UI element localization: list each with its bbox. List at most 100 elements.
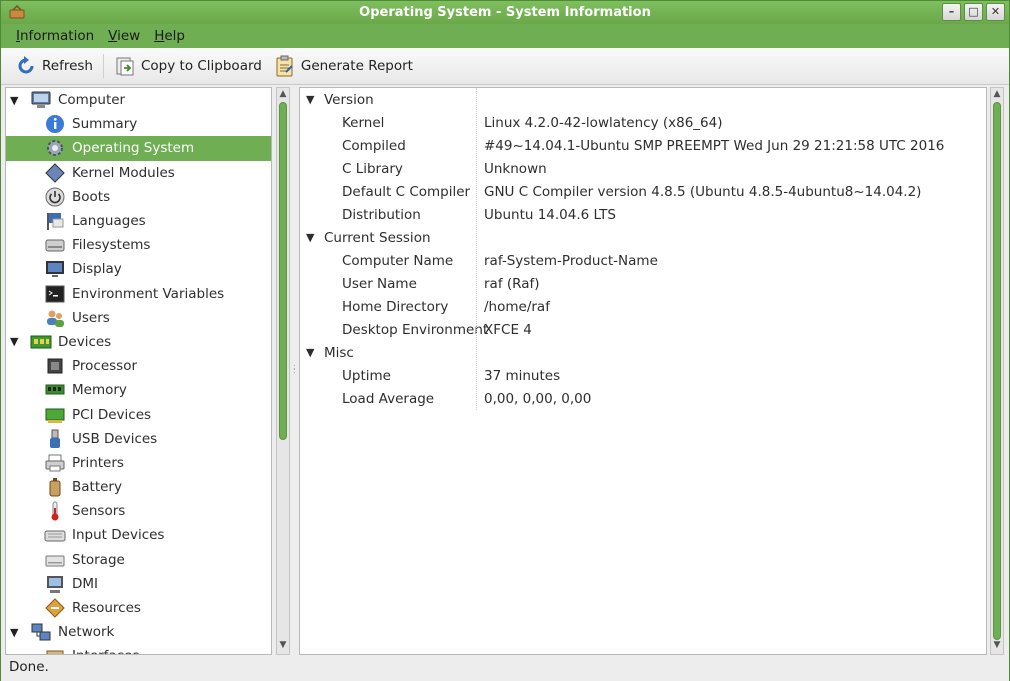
- minimize-button[interactable]: –: [942, 3, 961, 21]
- details-scroll-thumb[interactable]: [993, 102, 1001, 640]
- tree-item-sensors[interactable]: Sensors: [6, 499, 271, 523]
- detail-key: Desktop Environment: [342, 321, 489, 338]
- menu-help[interactable]: Help: [147, 28, 192, 44]
- detail-row[interactable]: User Name raf (Raf): [300, 272, 986, 295]
- tree-item-memory[interactable]: Memory: [6, 378, 271, 402]
- tree-item-label: Filesystems: [72, 237, 151, 254]
- module-icon: [45, 162, 65, 183]
- detail-row[interactable]: Kernel Linux 4.2.0-42-lowlatency (x86_64): [300, 111, 986, 134]
- detail-row[interactable]: C Library Unknown: [300, 157, 986, 180]
- tree-item-users[interactable]: Users: [6, 306, 271, 330]
- details-scroll-down-arrow[interactable]: ▼: [991, 640, 1003, 652]
- tree-item-summary[interactable]: Summary: [6, 112, 271, 136]
- title-bar[interactable]: Operating System - System Information – …: [1, 1, 1009, 24]
- report-icon: [276, 55, 293, 77]
- detail-key: Load Average: [342, 390, 435, 407]
- tree-category-network[interactable]: ▼ Network: [6, 620, 271, 644]
- detail-row[interactable]: Home Directory/home/raf: [300, 295, 986, 318]
- tree-item-label: Users: [72, 309, 110, 326]
- expander-arrow-icon[interactable]: ▼: [10, 335, 22, 348]
- interface-icon: [46, 650, 64, 654]
- tree-item-storage[interactable]: Storage: [6, 548, 271, 572]
- detail-key: Uptime: [342, 367, 391, 384]
- refresh-label: Refresh: [42, 58, 93, 74]
- tree-category-computer[interactable]: ▼ Computer: [6, 88, 271, 112]
- detail-value: Ubuntu 14.04.6 LTS: [484, 206, 617, 223]
- detail-row[interactable]: Uptime 37 minutes: [300, 364, 986, 387]
- refresh-button[interactable]: Refresh: [9, 51, 99, 81]
- dmi-icon: [47, 575, 63, 593]
- category-tree[interactable]: ▼ Computer Summary Operating System Kernel M…: [5, 87, 272, 655]
- refresh-icon: [18, 56, 34, 74]
- detail-row[interactable]: Computer Name raf-System-Product-Name: [300, 249, 986, 272]
- monitor-icon: [46, 261, 64, 278]
- tree-item-kernel-modules[interactable]: Kernel Modules: [6, 161, 271, 185]
- tree-scrollbar[interactable]: ▲ ▼: [276, 87, 290, 655]
- copy-to-clipboard-button[interactable]: Copy to Clipboard: [108, 51, 268, 81]
- menu-information[interactable]: Information: [9, 28, 101, 44]
- section-misc[interactable]: ▼ Misc: [300, 341, 986, 364]
- pane-splitter[interactable]: ::: [291, 87, 299, 655]
- memory-icon: [45, 384, 65, 395]
- section-expander-icon[interactable]: ▼: [306, 231, 318, 244]
- generate-report-button[interactable]: Generate Report: [268, 51, 419, 81]
- tree-item-boots[interactable]: Boots: [6, 185, 271, 209]
- section-expander-icon[interactable]: ▼: [306, 93, 318, 106]
- tree-item-display[interactable]: Display: [6, 257, 271, 281]
- maximize-button[interactable]: □: [964, 3, 983, 21]
- tree-scroll-thumb[interactable]: [279, 102, 287, 440]
- report-label: Generate Report: [300, 58, 413, 74]
- tree-item-printers[interactable]: Printers: [6, 451, 271, 475]
- details-scrollbar[interactable]: ▲ ▼: [990, 87, 1004, 655]
- detail-value: XFCE 4: [484, 321, 532, 338]
- tree-item-label: Devices: [58, 333, 112, 350]
- detail-row[interactable]: Load Average 0,00, 0,00, 0,00: [300, 387, 986, 410]
- tree-item-operating-system[interactable]: Operating System: [6, 136, 271, 161]
- scroll-up-arrow[interactable]: ▲: [277, 89, 289, 101]
- computer-icon: [31, 91, 51, 109]
- detail-row[interactable]: Desktop Environment XFCE 4: [300, 318, 986, 341]
- section-current-session[interactable]: ▼ Current Session: [300, 226, 986, 249]
- menu-view[interactable]: View: [101, 28, 147, 44]
- detail-value: raf-System-Product-Name: [484, 252, 658, 269]
- detail-key: Default C Compiler: [342, 183, 471, 200]
- tree-item-environment-variables[interactable]: Environment Variables: [6, 282, 271, 306]
- tree-item-label: Processor: [72, 358, 138, 375]
- expander-arrow-icon[interactable]: ▼: [10, 626, 22, 639]
- expander-arrow-icon[interactable]: ▼: [10, 94, 22, 107]
- board-icon: [30, 335, 52, 349]
- app-window: Operating System - System Information – …: [0, 0, 1010, 681]
- tree-item-battery[interactable]: Battery: [6, 475, 271, 499]
- detail-row[interactable]: Compiled #49~14.04.1-Ubuntu SMP PREEMPT W…: [300, 134, 986, 157]
- tree-category-devices[interactable]: ▼ Devices: [6, 330, 271, 354]
- tree-item-input-devices[interactable]: Input Devices: [6, 523, 271, 547]
- tree-item-usb-devices[interactable]: USB Devices: [6, 427, 271, 451]
- detail-row[interactable]: Distribution Ubuntu 14.04.6 LTS: [300, 203, 986, 226]
- tree-item-interfaces[interactable]: Interfaces: [6, 644, 271, 654]
- tree-item-label: Display: [72, 261, 122, 278]
- gear-icon: [47, 140, 63, 157]
- detail-key: User Name: [342, 275, 417, 292]
- detail-row[interactable]: Default C Compiler GNU C Compiler version…: [300, 180, 986, 203]
- tree-item-label: Operating System: [72, 140, 195, 157]
- section-title: Misc: [324, 344, 354, 361]
- tree-item-resources[interactable]: Resources: [6, 596, 271, 620]
- section-version[interactable]: ▼ Version: [300, 88, 986, 111]
- copy-label: Copy to Clipboard: [140, 58, 262, 74]
- tree-item-filesystems[interactable]: Filesystems: [6, 233, 271, 257]
- close-button[interactable]: ✕: [986, 3, 1005, 21]
- section-expander-icon[interactable]: ▼: [306, 346, 318, 359]
- window-title: Operating System - System Information: [359, 5, 651, 20]
- tree-item-languages[interactable]: Languages: [6, 209, 271, 233]
- tree-item-pci-devices[interactable]: PCI Devices: [6, 402, 271, 426]
- printer-icon: [45, 454, 65, 472]
- tree-item-label: Sensors: [72, 503, 126, 520]
- details-scroll-up-arrow[interactable]: ▲: [991, 89, 1003, 101]
- tree-item-label: Storage: [72, 551, 125, 568]
- detail-value: Unknown: [484, 160, 547, 177]
- tree-item-label: Network: [58, 624, 115, 641]
- scroll-down-arrow[interactable]: ▼: [277, 640, 289, 652]
- tree-item-dmi[interactable]: DMI: [6, 572, 271, 596]
- details-pane: ▼ Version Kernel Linux 4.2.0-42-lowlatency …: [299, 87, 987, 655]
- tree-item-processor[interactable]: Processor: [6, 354, 271, 378]
